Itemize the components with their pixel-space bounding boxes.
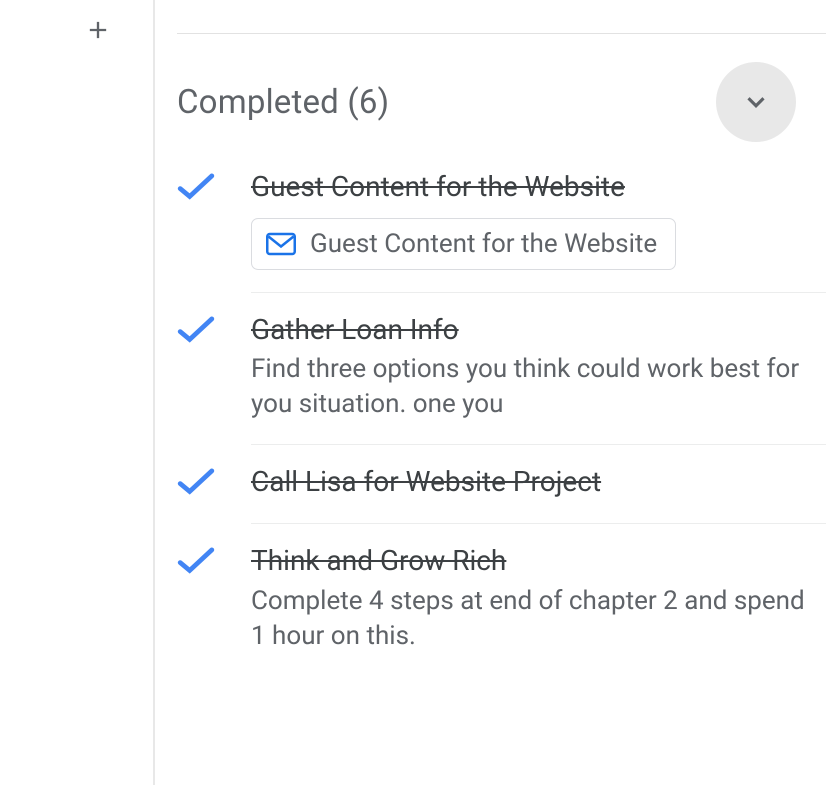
email-chip[interactable]: Guest Content for the Website — [251, 218, 676, 270]
task-title: Gather Loan Info — [251, 313, 816, 347]
task-body: Think and Grow Rich Complete 4 steps at … — [251, 544, 826, 654]
task-title: Think and Grow Rich — [251, 544, 816, 578]
chevron-down-icon — [741, 87, 771, 117]
completed-task-list: Guest Content for the Website Guest Cont… — [155, 150, 826, 676]
mail-icon — [266, 232, 296, 256]
task-row[interactable]: Guest Content for the Website Guest Cont… — [251, 150, 826, 293]
add-task-button[interactable] — [78, 10, 118, 50]
task-title: Guest Content for the Website — [251, 170, 816, 204]
task-title: Call Lisa for Website Project — [251, 465, 816, 499]
checkmark-icon[interactable] — [177, 465, 215, 501]
task-description: Complete 4 steps at end of chapter 2 and… — [251, 584, 816, 654]
task-description: Find three options you think could work … — [251, 352, 816, 422]
checkmark-icon[interactable] — [177, 170, 215, 206]
task-row[interactable]: Gather Loan Info Find three options you … — [251, 293, 826, 446]
left-rail — [0, 0, 155, 785]
task-row[interactable]: Call Lisa for Website Project — [251, 445, 826, 524]
completed-header-title: Completed (6) — [177, 83, 389, 122]
email-chip-label: Guest Content for the Website — [310, 229, 657, 259]
top-divider — [177, 0, 826, 34]
task-body: Guest Content for the Website Guest Cont… — [251, 170, 826, 270]
main-panel: Completed (6) Guest Content for the Webs… — [155, 0, 826, 785]
collapse-button[interactable] — [716, 62, 796, 142]
task-row[interactable]: Think and Grow Rich Complete 4 steps at … — [251, 524, 826, 676]
checkmark-icon[interactable] — [177, 544, 215, 580]
task-body: Call Lisa for Website Project — [251, 465, 826, 499]
checkmark-icon[interactable] — [177, 313, 215, 349]
section-header: Completed (6) — [155, 34, 826, 150]
task-body: Gather Loan Info Find three options you … — [251, 313, 826, 423]
plus-icon — [84, 16, 112, 44]
